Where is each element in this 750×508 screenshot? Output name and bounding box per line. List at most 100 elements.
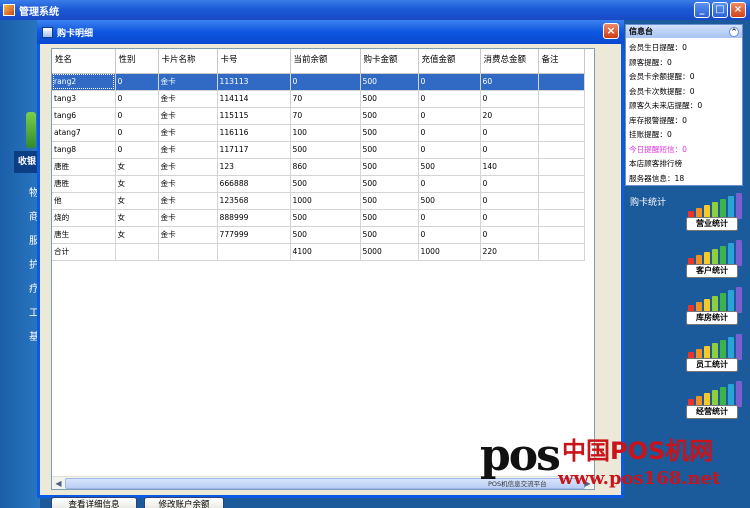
table-cell: 0 [115,107,159,125]
column-header[interactable]: 卡号 [217,49,291,74]
table-cell: 0 [480,209,539,227]
table-cell: 777999 [217,226,291,244]
table-cell: 0 [418,107,481,125]
scroll-thumb[interactable] [65,478,585,489]
stat-button[interactable]: 营业统计 [684,193,742,233]
table-row[interactable]: 合计 4100 5000 1000 220 [52,243,585,261]
table-cell: 500 [290,141,361,159]
table-cell [538,226,585,244]
table-cell: 888999 [217,209,291,227]
view-details-button[interactable]: 查看详细信息 [51,497,137,508]
table-cell: 金卡 [158,192,218,210]
table-cell [158,243,218,261]
column-header[interactable]: 卡片名称 [158,49,218,74]
table-cell: 500 [360,73,419,91]
table-cell: 金卡 [158,209,218,227]
table-cell: rang2 [52,73,116,91]
maximize-icon[interactable]: □ [712,2,728,18]
info-item[interactable]: 会员卡次数提醒：0 [629,85,739,100]
table-header-row: 姓名 性别 卡片名称 卡号 当前余额 购卡金额 充值金额 消费总金额 备注 [52,49,585,74]
table-row[interactable]: tang6 0 金卡 115115 70 500 0 20 [52,107,585,125]
table-cell [538,90,585,108]
table-cell: 500 [418,158,481,176]
card-table: 姓名 性别 卡片名称 卡号 当前余额 购卡金额 充值金额 消费总金额 备注 rang2 0 金卡 11… [52,49,585,261]
table-row[interactable]: 唐胜女金卡 666888 500 500 0 0 [52,175,585,193]
left-nav-decoration-icon [26,112,36,148]
horizontal-scrollbar[interactable]: ◀ ▶ [52,476,594,489]
stat-button[interactable]: 员工统计 [684,334,742,374]
scroll-left-icon[interactable]: ◀ [53,478,64,489]
table-row[interactable]: tang3 0 金卡 114114 70 500 0 0 [52,90,585,108]
table-cell: 他 [52,192,116,210]
info-item[interactable]: 今日提醒短信：0 [629,143,739,158]
info-item[interactable]: 服务器信息：18 [629,172,739,187]
table-cell: tang3 [52,90,116,108]
app-icon [3,4,15,16]
table-row[interactable]: tang8 0 金卡 117117 500 500 0 0 [52,141,585,159]
chart-icon-bar [720,340,726,360]
table-cell: 0 [480,192,539,210]
chart-icon-bar [720,293,726,313]
table-cell: 70 [290,90,361,108]
stat-button[interactable]: 经营统计 [684,381,742,421]
table-cell: 0 [115,90,159,108]
table-cell [217,243,291,261]
chart-icon-bar [728,243,734,266]
table-row[interactable]: rang2 0 金卡 113113 0 500 0 60 [52,73,585,91]
info-item[interactable]: 库存报警提醒：0 [629,114,739,129]
chart-icon-bar [736,381,742,407]
table-cell: 0 [115,73,159,91]
table-row[interactable]: 烧的女金卡 888999 500 500 0 0 [52,209,585,227]
table-cell: 0 [115,124,159,142]
info-item[interactable]: 顾客久未来店提醒：0 [629,99,739,114]
chart-icon-bar [736,193,742,219]
table-cell: 140 [480,158,539,176]
scroll-right-icon[interactable]: ▶ [582,478,593,489]
table-cell: 0 [480,141,539,159]
table-row[interactable]: 他女金卡 123568 1000 500 500 0 [52,192,585,210]
table-cell: 500 [360,141,419,159]
info-item[interactable]: 挂账提醒：0 [629,128,739,143]
close-icon[interactable]: × [730,2,746,18]
chart-icon [688,381,742,407]
table-cell: 合计 [52,243,116,261]
info-item[interactable]: 会员卡余额提醒：0 [629,70,739,85]
column-header[interactable]: 姓名 [52,49,116,74]
collapse-icon[interactable]: ^ [729,26,739,37]
column-header[interactable]: 充值金额 [418,49,481,74]
minimize-icon[interactable]: _ [694,2,710,18]
table-cell: 0 [418,175,481,193]
chart-icon [688,287,742,313]
dialog-title: 购卡明细 [57,28,94,39]
data-grid[interactable]: 姓名 性别 卡片名称 卡号 当前余额 购卡金额 充值金额 消费总金额 备注 rang2 0 金卡 11… [51,48,595,490]
chart-icon-bar [736,240,742,266]
dialog-close-icon[interactable]: × [603,23,619,39]
info-item[interactable]: 顾客提醒：0 [629,56,739,71]
table-cell: 女 [115,158,159,176]
table-cell: 1000 [418,243,481,261]
column-header[interactable]: 消费总金额 [480,49,539,74]
stat-button[interactable]: 库房统计 [684,287,742,327]
table-cell [538,73,585,91]
table-cell [538,175,585,193]
modify-balance-button[interactable]: 修改账户余额 [144,497,224,508]
table-row[interactable]: 唐生女金卡 777999 500 500 0 0 [52,226,585,244]
info-item[interactable]: 会员生日提醒：0 [629,41,739,56]
table-row[interactable]: 唐胜女金卡 123 860 500 500 140 [52,158,585,176]
table-cell: 115115 [217,107,291,125]
stat-button[interactable]: 客户统计 [684,240,742,280]
column-header[interactable]: 购卡金额 [360,49,419,74]
table-cell: 0 [418,141,481,159]
chart-icon-bar [728,337,734,360]
table-row[interactable]: atang7 0 金卡 116116 100 500 0 0 [52,124,585,142]
chart-icon-bar [720,246,726,266]
table-cell: 女 [115,175,159,193]
table-cell: 500 [360,209,419,227]
info-item[interactable]: 本店顾客排行榜 [629,157,739,172]
column-header[interactable]: 备注 [538,49,585,74]
window-controls: _ □ × [694,2,746,18]
column-header[interactable]: 性别 [115,49,159,74]
column-header[interactable]: 当前余额 [290,49,361,74]
table-cell: 100 [290,124,361,142]
stat-button-label: 客户统计 [686,264,738,278]
